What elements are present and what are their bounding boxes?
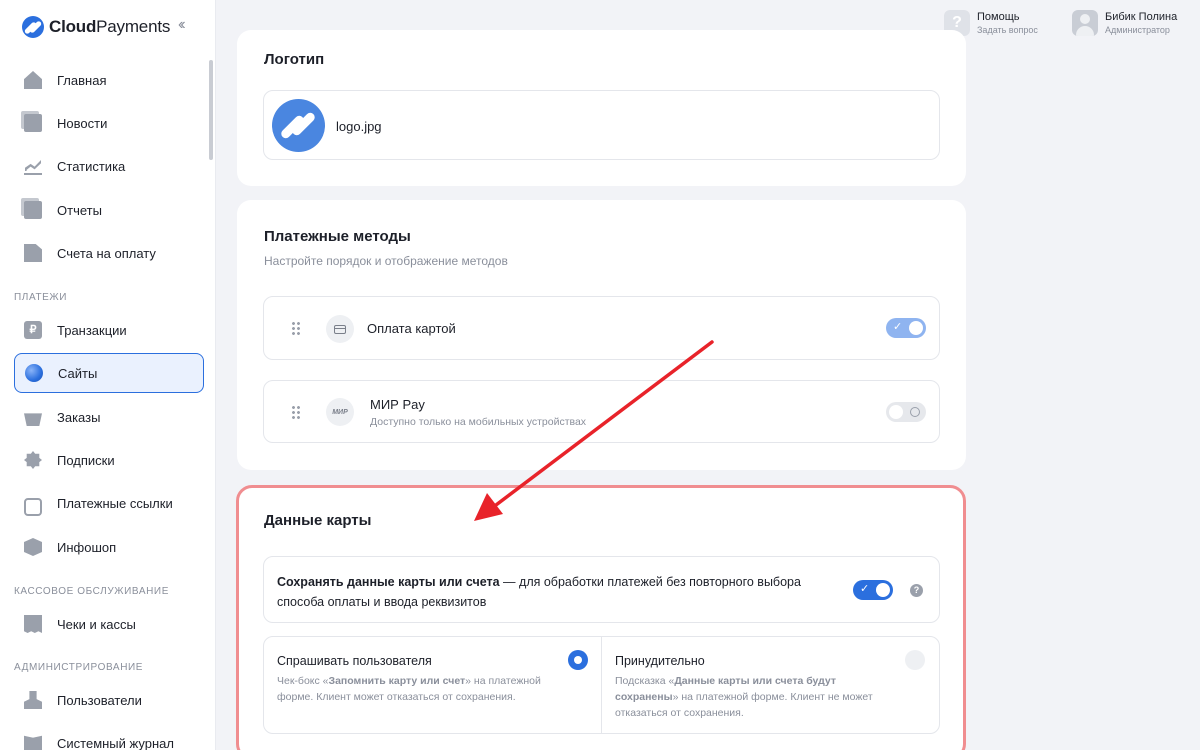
annotation-arrow: [474, 340, 714, 521]
